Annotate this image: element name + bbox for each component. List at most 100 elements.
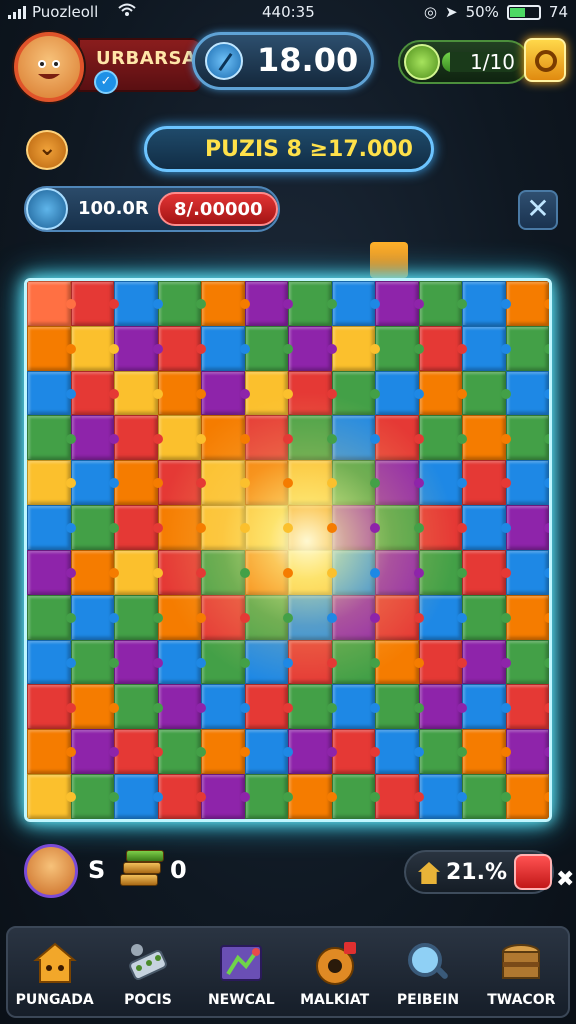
puzzle-piece[interactable]: [462, 594, 510, 640]
puzzle-piece[interactable]: [505, 684, 549, 730]
player-avatar[interactable]: [14, 32, 84, 102]
puzzle-piece[interactable]: [418, 774, 467, 819]
puzzle-piece[interactable]: [375, 325, 423, 371]
puzzle-piece[interactable]: [201, 729, 249, 775]
puzzle-piece[interactable]: [288, 594, 336, 640]
puzzle-piece[interactable]: [418, 325, 467, 371]
puzzle-piece[interactable]: [505, 639, 549, 685]
puzzle-piece[interactable]: [288, 684, 336, 730]
puzzle-piece[interactable]: [331, 505, 380, 550]
puzzle-piece[interactable]: [288, 505, 336, 550]
puzzle-piece[interactable]: [201, 505, 249, 550]
puzzle-piece[interactable]: [462, 774, 510, 819]
puzzle-piece[interactable]: [157, 325, 206, 371]
puzzle-piece[interactable]: [418, 549, 467, 595]
puzzle-piece[interactable]: [505, 460, 549, 506]
puzzle-piece[interactable]: [244, 729, 293, 775]
completion-pill[interactable]: 21.% ✖: [404, 850, 574, 894]
puzzle-piece[interactable]: [288, 549, 336, 595]
loose-puzzle-piece[interactable]: [370, 242, 408, 278]
puzzle-piece[interactable]: [462, 370, 510, 416]
puzzle-piece[interactable]: [244, 325, 293, 371]
reward-badge[interactable]: 8/.00000: [158, 192, 278, 226]
puzzle-piece[interactable]: [418, 370, 467, 416]
puzzle-piece[interactable]: [331, 594, 380, 640]
puzzle-piece[interactable]: [114, 729, 162, 775]
puzzle-piece[interactable]: [157, 460, 206, 506]
puzzle-piece[interactable]: [70, 774, 119, 819]
puzzle-piece[interactable]: [331, 370, 380, 416]
puzzle-piece[interactable]: [505, 594, 549, 640]
puzzle-piece[interactable]: [288, 325, 336, 371]
puzzle-grid[interactable]: [27, 281, 549, 819]
puzzle-piece[interactable]: [27, 415, 75, 461]
close-button[interactable]: ✕: [518, 190, 558, 230]
puzzle-piece[interactable]: [375, 684, 423, 730]
puzzle-piece[interactable]: [27, 281, 75, 326]
puzzle-piece[interactable]: [331, 774, 380, 819]
puzzle-piece[interactable]: [27, 639, 75, 685]
puzzle-piece[interactable]: [70, 594, 119, 640]
puzzle-piece[interactable]: [418, 415, 467, 461]
puzzle-piece[interactable]: [375, 729, 423, 775]
puzzle-piece[interactable]: [331, 684, 380, 730]
puzzle-piece[interactable]: [505, 505, 549, 550]
dropdown-button[interactable]: ⌄: [26, 130, 68, 170]
puzzle-piece[interactable]: [288, 415, 336, 461]
puzzle-piece[interactable]: [505, 549, 549, 595]
puzzle-piece[interactable]: [244, 505, 293, 550]
puzzle-piece[interactable]: [27, 729, 75, 775]
puzzle-piece[interactable]: [201, 415, 249, 461]
target-button[interactable]: [524, 38, 566, 82]
puzzle-piece[interactable]: [201, 549, 249, 595]
puzzle-piece[interactable]: [70, 281, 119, 326]
wallet-pill[interactable]: 100.0R 8/.00000: [24, 186, 280, 232]
nav-item-twacor[interactable]: TWACOR: [475, 928, 568, 1016]
puzzle-piece[interactable]: [70, 505, 119, 550]
puzzle-piece[interactable]: [288, 460, 336, 506]
puzzle-piece[interactable]: [27, 325, 75, 371]
puzzle-piece[interactable]: [70, 370, 119, 416]
puzzle-piece[interactable]: [375, 281, 423, 326]
puzzle-piece[interactable]: [505, 774, 549, 819]
puzzle-piece[interactable]: [114, 281, 162, 326]
nav-item-pocis[interactable]: POCIS: [101, 928, 194, 1016]
puzzle-piece[interactable]: [157, 370, 206, 416]
puzzle-piece[interactable]: [70, 325, 119, 371]
puzzle-piece[interactable]: [418, 460, 467, 506]
puzzle-piece[interactable]: [331, 729, 380, 775]
puzzle-piece[interactable]: [375, 460, 423, 506]
puzzle-piece[interactable]: [27, 370, 75, 416]
puzzle-piece[interactable]: [462, 684, 510, 730]
puzzle-piece[interactable]: [505, 415, 549, 461]
shuffle-button[interactable]: ✖: [514, 854, 574, 892]
puzzle-piece[interactable]: [331, 325, 380, 371]
puzzle-piece[interactable]: [157, 684, 206, 730]
puzzle-piece[interactable]: [201, 774, 249, 819]
puzzle-piece[interactable]: [244, 639, 293, 685]
puzzle-piece[interactable]: [70, 415, 119, 461]
puzzle-piece[interactable]: [288, 639, 336, 685]
puzzle-piece[interactable]: [331, 639, 380, 685]
puzzle-piece[interactable]: [462, 415, 510, 461]
puzzle-piece[interactable]: [157, 505, 206, 550]
puzzle-piece[interactable]: [114, 370, 162, 416]
puzzle-piece[interactable]: [70, 549, 119, 595]
puzzle-piece[interactable]: [331, 415, 380, 461]
puzzle-piece[interactable]: [288, 370, 336, 416]
puzzle-piece[interactable]: [114, 594, 162, 640]
puzzle-piece[interactable]: [418, 684, 467, 730]
puzzle-piece[interactable]: [375, 370, 423, 416]
puzzle-piece[interactable]: [418, 505, 467, 550]
puzzle-piece[interactable]: [244, 549, 293, 595]
puzzle-piece[interactable]: [505, 370, 549, 416]
puzzle-piece[interactable]: [27, 460, 75, 506]
mini-avatar[interactable]: [24, 844, 78, 898]
puzzle-piece[interactable]: [462, 639, 510, 685]
puzzle-piece[interactable]: [244, 684, 293, 730]
level-progress-pill[interactable]: 1/10: [398, 40, 530, 84]
puzzle-piece[interactable]: [70, 729, 119, 775]
puzzle-piece[interactable]: [331, 549, 380, 595]
puzzle-piece[interactable]: [114, 549, 162, 595]
puzzle-piece[interactable]: [462, 549, 510, 595]
